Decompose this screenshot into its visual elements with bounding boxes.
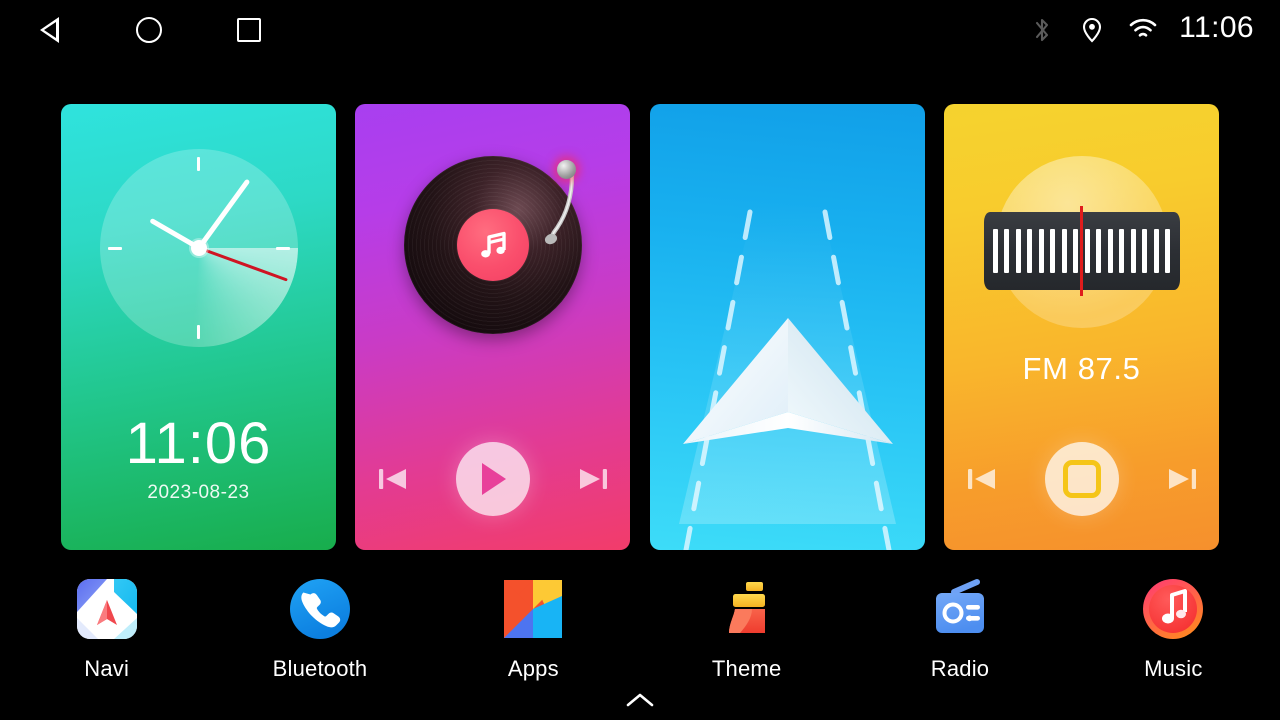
clock-widget-card[interactable]: 11:06 2023-08-23: [61, 104, 336, 550]
clock-center-cap: [190, 240, 207, 256]
radio-next-button[interactable]: [1165, 462, 1199, 496]
navigation-widget-card[interactable]: [650, 104, 925, 550]
radio-band-tick: [1096, 229, 1102, 273]
dock-label-apps: Apps: [507, 656, 559, 681]
dock-item-bluetooth[interactable]: Bluetooth: [213, 578, 426, 682]
clock-widget-time: 11:06: [125, 411, 272, 476]
dock-item-navi[interactable]: Navi: [0, 578, 213, 682]
radio-band-tick: [1061, 229, 1067, 273]
radio-band-tick: [1130, 229, 1136, 273]
radio-controls: [944, 440, 1219, 518]
tonearm-icon: [544, 173, 575, 245]
radio-band-tick: [1038, 229, 1044, 273]
radio-band-tick: [1107, 229, 1113, 273]
music-controls: [355, 440, 630, 518]
apps-grid-icon: [502, 578, 564, 640]
navi-app-icon: [76, 578, 138, 640]
dock-item-theme[interactable]: Theme: [640, 578, 853, 682]
radio-dial-icon: [983, 156, 1180, 328]
music-note-icon: [480, 231, 506, 258]
phone-handset-icon: [289, 578, 351, 640]
record-label: [456, 209, 529, 281]
status-bar-clock: 11:06: [1179, 11, 1254, 44]
home-icon[interactable]: [133, 14, 165, 46]
theme-brush-icon: [716, 578, 778, 640]
radio-band-tick: [1142, 229, 1148, 273]
radio-needle: [1080, 206, 1083, 296]
bluetooth-icon: [1031, 16, 1053, 49]
radio-band-tick: [1073, 229, 1079, 273]
radio-band-tick: [1084, 229, 1090, 273]
widget-row: 11:06 2023-08-23 FM 87.5: [0, 104, 1280, 550]
back-icon[interactable]: [36, 14, 68, 46]
recents-icon[interactable]: [233, 14, 265, 46]
radio-band-tick: [1015, 229, 1021, 273]
music-note-app-icon: [1142, 578, 1204, 640]
dock-label-navi: Navi: [84, 656, 130, 681]
dock-item-music[interactable]: Music: [1067, 578, 1280, 682]
clock-widget-date: 2023-08-23: [147, 482, 250, 503]
radio-band-tick: [1050, 229, 1056, 273]
dock-item-radio[interactable]: Radio: [853, 578, 1066, 682]
radio-widget-card[interactable]: FM 87.5: [944, 104, 1219, 550]
music-next-button[interactable]: [576, 462, 610, 496]
wifi-icon: [1128, 16, 1158, 47]
music-prev-button[interactable]: [376, 462, 410, 496]
home-screen: 11:06 11:06 2023-08-23 FM 87.5 Navi Blue…: [0, 0, 1280, 720]
app-dock: Navi Bluetooth Apps Theme Radio Music: [0, 578, 1280, 694]
radio-band-tick: [1165, 229, 1171, 273]
radio-band-tick: [1119, 229, 1125, 273]
location-pin-icon: [1081, 16, 1103, 49]
dock-label-radio: Radio: [930, 656, 990, 681]
radio-band-tick: [1153, 229, 1159, 273]
navigation-arrow-icon: [682, 318, 893, 444]
radio-stop-button[interactable]: [1044, 442, 1119, 516]
status-bar: 11:06: [0, 0, 1280, 58]
radio-prev-button[interactable]: [965, 462, 999, 496]
radio-app-icon: [929, 578, 991, 640]
tonearm-pivot: [557, 160, 576, 179]
dock-label-bluetooth: Bluetooth: [272, 656, 368, 681]
radio-band-tick: [1004, 229, 1010, 273]
dock-item-apps[interactable]: Apps: [427, 578, 640, 682]
chevron-up-icon[interactable]: [620, 690, 660, 710]
radio-band-tick: [1027, 229, 1033, 273]
dock-label-theme: Theme: [711, 656, 782, 681]
music-play-button[interactable]: [455, 442, 530, 516]
radio-band-tick: [992, 229, 998, 273]
radio-frequency-label: FM 87.5: [1022, 351, 1141, 386]
music-widget-card[interactable]: [355, 104, 630, 550]
analog-clock-icon: [99, 149, 298, 347]
dock-label-music: Music: [1144, 656, 1203, 681]
